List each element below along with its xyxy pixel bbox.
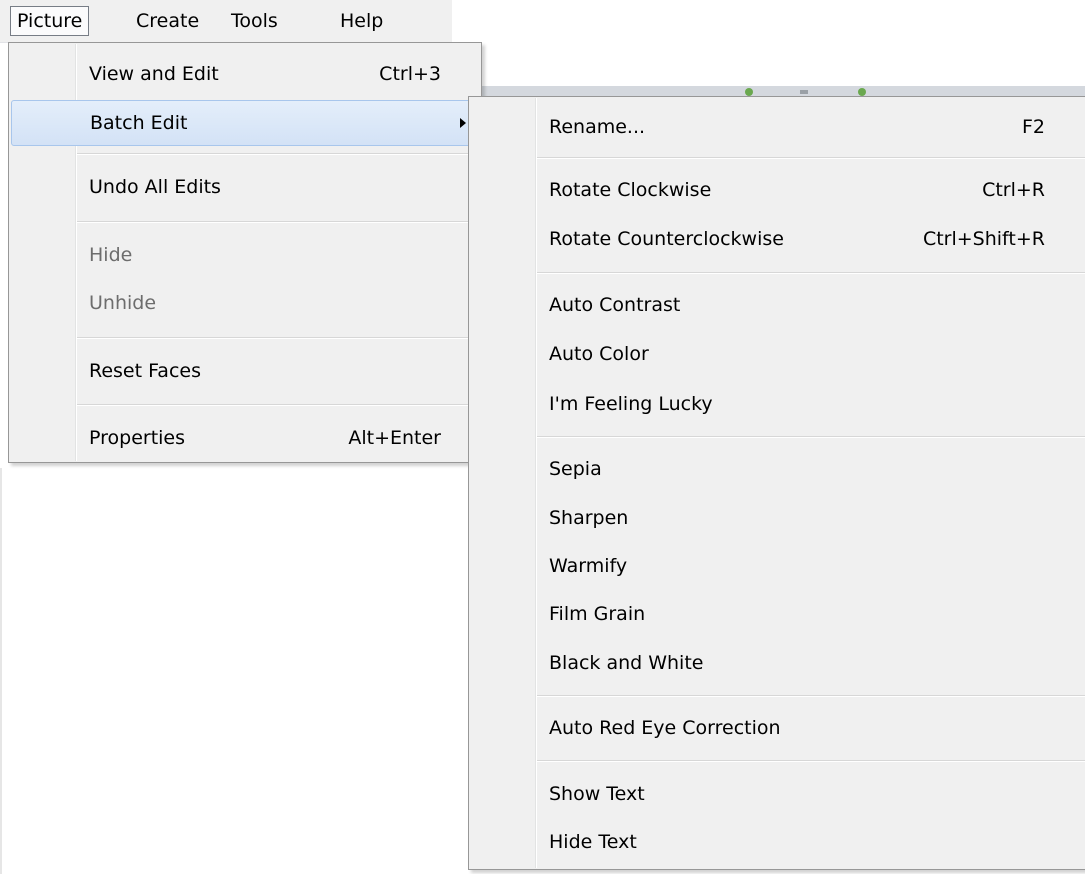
menu-tools[interactable]: Tools: [225, 6, 284, 36]
toolbar-icon: [745, 88, 753, 96]
menu-item-label: Sharpen: [549, 507, 629, 529]
menu-item-label: Reset Faces: [89, 360, 201, 382]
menu-item-label: Warmify: [549, 555, 628, 577]
window-edge: [0, 468, 2, 874]
menu-item-undo-all-edits[interactable]: Undo All Edits: [11, 164, 479, 210]
menu-separator: [537, 157, 1085, 159]
menu-item-label: Show Text: [549, 783, 645, 805]
menu-item-shortcut: Ctrl+R: [982, 179, 1045, 201]
menu-item-label: Auto Contrast: [549, 294, 681, 316]
menu-item-reset-faces[interactable]: Reset Faces: [11, 348, 479, 394]
menu-picture[interactable]: Picture: [10, 6, 90, 36]
menu-separator: [77, 221, 479, 223]
menu-item-label: Rename...: [549, 116, 646, 138]
menu-item-auto-color[interactable]: Auto Color: [471, 331, 1085, 377]
menu-item-label: I'm Feeling Lucky: [549, 393, 713, 415]
menu-item-auto-red-eye[interactable]: Auto Red Eye Correction: [471, 705, 1085, 751]
toolbar-icon: [800, 90, 808, 94]
menu-item-auto-contrast[interactable]: Auto Contrast: [471, 282, 1085, 328]
menu-item-rotate-clockwise[interactable]: Rotate Clockwise Ctrl+R: [471, 167, 1085, 213]
menu-item-label: Unhide: [89, 292, 157, 314]
menu-item-rename[interactable]: Rename... F2: [471, 104, 1085, 150]
menu-item-properties[interactable]: Properties Alt+Enter: [11, 415, 479, 461]
menu-separator: [77, 153, 479, 155]
menu-item-film-grain[interactable]: Film Grain: [471, 591, 1085, 637]
menu-item-label: Batch Edit: [90, 112, 188, 134]
toolbar-strip: [452, 86, 1085, 96]
menu-separator: [77, 337, 479, 339]
menu-item-sepia[interactable]: Sepia: [471, 446, 1085, 492]
batch-edit-submenu: Rename... F2 Rotate Clockwise Ctrl+R Rot…: [468, 96, 1085, 870]
menu-item-label: Rotate Clockwise: [549, 179, 712, 201]
menu-item-show-text[interactable]: Show Text: [471, 771, 1085, 817]
menu-separator: [77, 404, 479, 406]
menu-item-sharpen[interactable]: Sharpen: [471, 495, 1085, 541]
menu-separator: [537, 760, 1085, 762]
menu-item-label: Hide Text: [549, 831, 637, 853]
menu-item-batch-edit[interactable]: Batch Edit: [11, 100, 479, 146]
menu-item-label: View and Edit: [89, 63, 219, 85]
menu-item-label: Black and White: [549, 652, 704, 674]
menu-item-shortcut: Alt+Enter: [348, 427, 441, 449]
menu-item-label: Auto Color: [549, 343, 649, 365]
menu-item-label: Film Grain: [549, 603, 646, 625]
menu-item-label: Undo All Edits: [89, 176, 221, 198]
menu-separator: [537, 272, 1085, 274]
menu-item-label: Properties: [89, 427, 186, 449]
menu-item-label: Auto Red Eye Correction: [549, 717, 781, 739]
menu-create[interactable]: Create: [130, 6, 205, 36]
menu-item-feeling-lucky[interactable]: I'm Feeling Lucky: [471, 381, 1085, 427]
menu-item-label: Sepia: [549, 458, 602, 480]
toolbar-icon: [858, 88, 866, 96]
menu-item-label: Hide: [89, 244, 133, 266]
menu-help[interactable]: Help: [334, 6, 389, 36]
menu-item-shortcut: Ctrl+3: [379, 63, 441, 85]
picture-menu: View and Edit Ctrl+3 Batch Edit Undo All…: [8, 42, 482, 463]
menu-item-black-and-white[interactable]: Black and White: [471, 640, 1085, 686]
submenu-arrow-icon: [460, 118, 466, 128]
menu-separator: [537, 695, 1085, 697]
menu-item-unhide[interactable]: Unhide: [11, 280, 479, 326]
menu-item-view-and-edit[interactable]: View and Edit Ctrl+3: [11, 51, 479, 97]
menu-item-rotate-counterclockwise[interactable]: Rotate Counterclockwise Ctrl+Shift+R: [471, 216, 1085, 262]
menu-item-shortcut: F2: [1021, 116, 1045, 138]
menu-separator: [537, 436, 1085, 438]
menu-item-hide-text[interactable]: Hide Text: [471, 819, 1085, 865]
menu-item-warmify[interactable]: Warmify: [471, 543, 1085, 589]
menu-item-label: Rotate Counterclockwise: [549, 228, 784, 250]
menu-item-shortcut: Ctrl+Shift+R: [922, 228, 1045, 250]
menu-item-hide[interactable]: Hide: [11, 232, 479, 278]
menu-bar: Picture Create Tools Help: [0, 0, 452, 43]
